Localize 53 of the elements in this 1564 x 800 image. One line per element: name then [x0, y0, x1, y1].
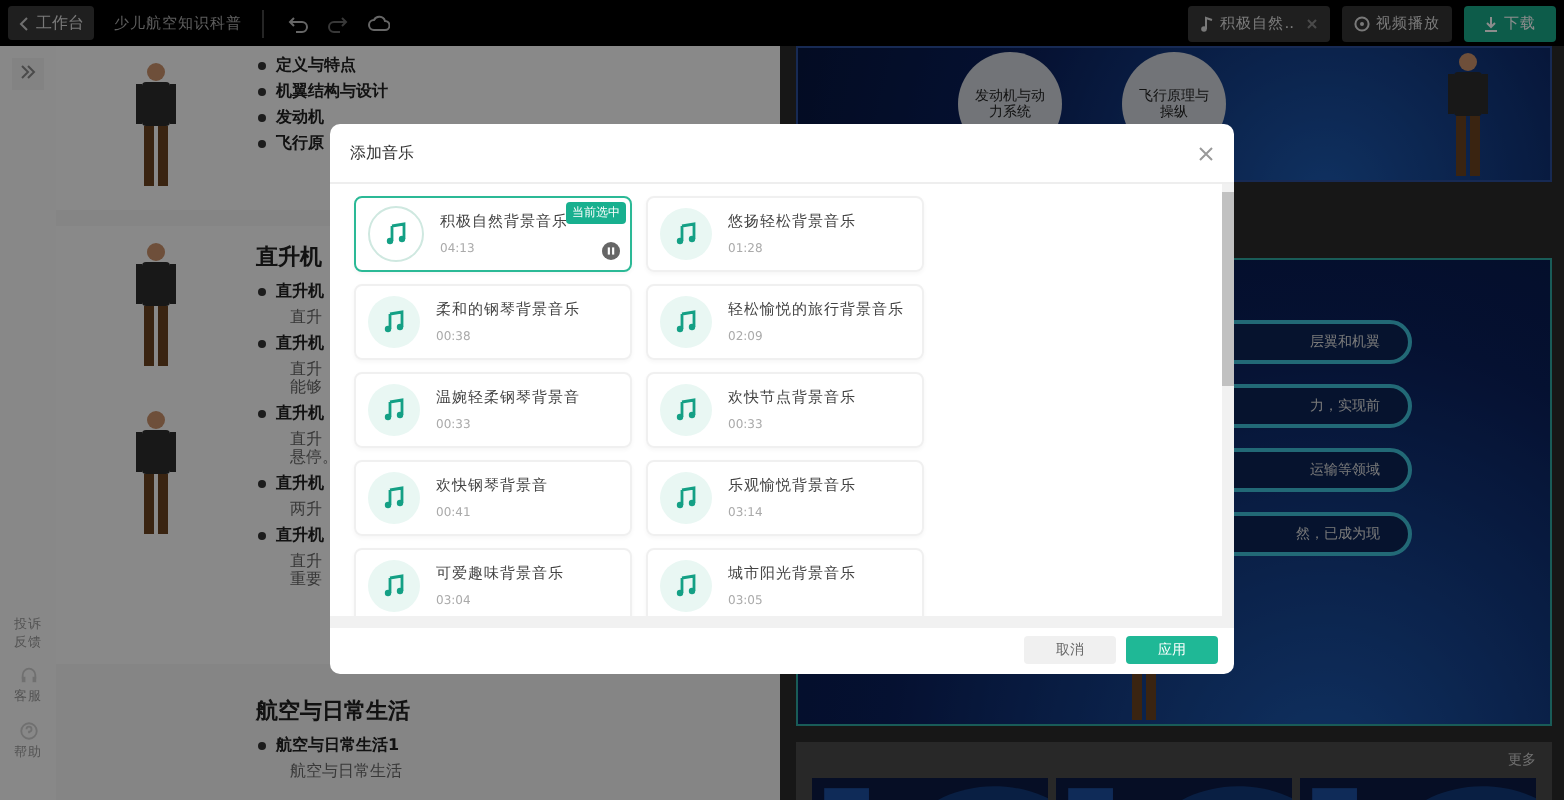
bullet-item: 直升机 [256, 332, 338, 354]
sub-item: 两升 [288, 498, 324, 520]
redo-icon[interactable] [328, 13, 348, 33]
bullet-item: 航空与日常生活1 [256, 734, 410, 756]
undo-icon[interactable] [288, 13, 308, 33]
cloud-icon[interactable] [368, 13, 390, 33]
figure-drawing [134, 242, 178, 370]
sub-item: 直升 [288, 428, 324, 449]
item-line: 悬停。 [288, 446, 338, 468]
music-note-icon [382, 310, 406, 334]
music-note-icon [674, 310, 698, 334]
horizontal-scrollbar[interactable] [330, 616, 1234, 628]
music-note-icon [674, 486, 698, 510]
dialog-title: 添加音乐 [350, 142, 414, 164]
section-heading: 直升机 [256, 242, 324, 272]
sub-item: 航空与日常生活 [288, 760, 404, 782]
section-heading: 航空与日常生活 [256, 696, 410, 726]
music-note-icon [382, 574, 406, 598]
music-note-icon [382, 486, 406, 510]
double-chevron-icon [20, 63, 36, 79]
close-icon[interactable] [1306, 17, 1318, 29]
music-note-icon [674, 222, 698, 246]
music-note-icon [1200, 15, 1215, 31]
music-note-icon [382, 398, 406, 422]
item-line: 能够 [288, 376, 324, 398]
figure-drawing [134, 62, 178, 190]
bullet-item: 直升机 [256, 280, 338, 302]
chevron-left-icon [18, 15, 30, 31]
bullet-item: 直升机 [256, 472, 338, 494]
headset-icon [19, 666, 37, 685]
figure-drawing [134, 410, 178, 538]
music-note-icon [674, 398, 698, 422]
item-line: 重要 [288, 568, 324, 590]
scrollbar[interactable] [1222, 184, 1234, 616]
download-icon [1484, 15, 1498, 31]
close-icon [1198, 145, 1214, 161]
expand-button[interactable] [12, 58, 44, 90]
music-note-icon [384, 222, 408, 246]
close-button[interactable] [1198, 145, 1214, 161]
bullet-item: 直升机 [256, 524, 338, 546]
figure-drawing [1446, 52, 1490, 180]
sub-item: 直升 [288, 358, 324, 379]
help-icon [19, 721, 37, 740]
play-circle-icon [1354, 15, 1370, 31]
back-button[interactable]: 工作台 [8, 6, 94, 40]
music-note-icon [674, 574, 698, 598]
sub-item: 直升 [288, 306, 324, 328]
bullet-item: 机翼结构与设计 [256, 80, 388, 102]
sub-item: 直升 [288, 550, 324, 571]
bullet-item: 发动机 [256, 106, 388, 128]
pause-icon[interactable] [602, 242, 620, 260]
bullet-item: 定义与特点 [256, 54, 388, 76]
bullet-item: 直升机 [256, 402, 338, 424]
